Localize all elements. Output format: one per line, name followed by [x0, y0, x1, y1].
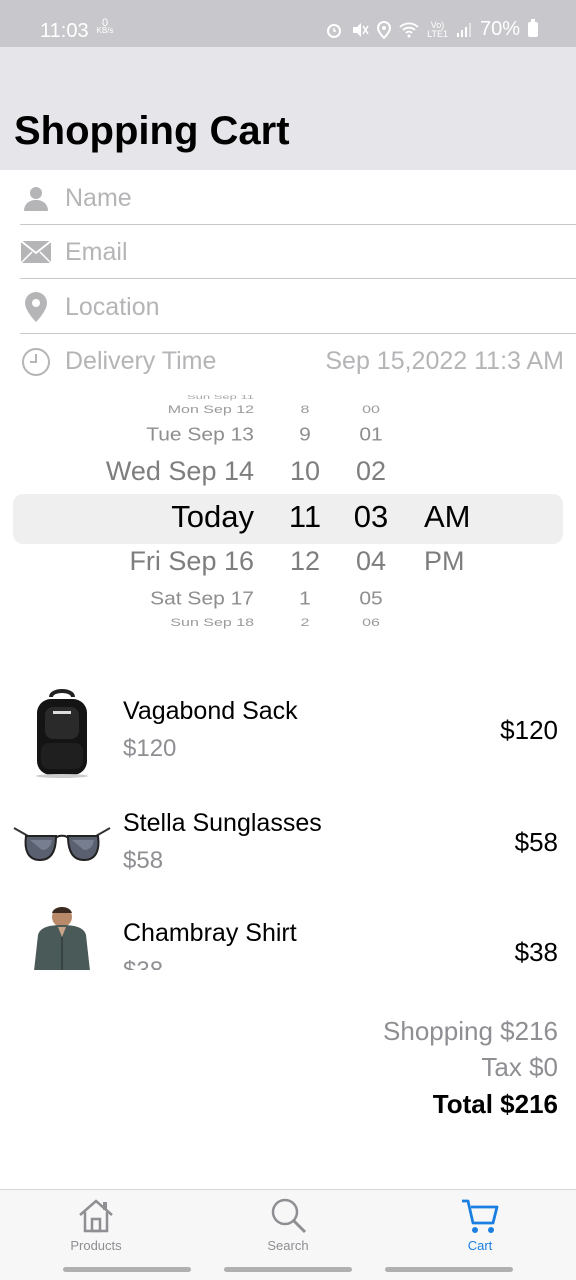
search-icon [271, 1198, 307, 1234]
alarm-icon [327, 23, 342, 38]
cart-item[interactable]: Stella Sunglasses $58 $58 [0, 795, 576, 895]
picker-hour-item[interactable]: 1 [275, 588, 335, 610]
picker-ampm-selected[interactable]: AM [424, 499, 471, 535]
battery-icon [528, 19, 538, 37]
picker-hour-selected[interactable]: 11 [275, 499, 335, 535]
home-icon [79, 1199, 113, 1233]
tab-label: Products [70, 1238, 122, 1253]
battery-percent: 70% [479, 18, 520, 40]
nav-hint-bar [385, 1267, 513, 1272]
tab-label: Search [267, 1238, 309, 1253]
item-name: Stella Sunglasses [123, 809, 322, 837]
total-text: Total $216 [432, 1089, 558, 1119]
picker-minute-item[interactable]: 05 [341, 588, 401, 610]
email-field[interactable] [65, 232, 545, 272]
shirt-image [12, 905, 112, 970]
picker-minute-item[interactable]: 06 [341, 617, 401, 630]
picker-ampm-item[interactable]: PM [424, 546, 465, 577]
item-unit-price: $58 [123, 847, 164, 874]
item-unit-price: $120 [123, 735, 177, 762]
header: Shopping Cart [0, 47, 576, 170]
picker-minute-item[interactable]: 01 [341, 424, 401, 446]
picker-hour-item[interactable]: 2 [275, 617, 335, 630]
picker-hour-item[interactable]: 9 [275, 424, 335, 446]
person-icon [20, 182, 52, 214]
location-row [20, 279, 576, 334]
picker-hour-item[interactable]: 8 [275, 404, 335, 417]
volte-icon: Vo) LTE1 [427, 19, 448, 39]
picker-date-selected[interactable]: Today [171, 499, 254, 535]
cart-item[interactable]: Vagabond Sack $120 $120 [0, 683, 576, 783]
clock-icon [20, 346, 52, 378]
tab-cart[interactable]: Cart [384, 1190, 576, 1260]
page-title: Shopping Cart [14, 109, 290, 153]
nav-hint-bar [224, 1267, 352, 1272]
location-icon [377, 20, 392, 39]
item-total-price: $58 [514, 827, 558, 857]
network-speed: 0 KB/s [95, 18, 115, 35]
delivery-time-label: Delivery Time [65, 347, 217, 375]
cart-item[interactable]: Chambray Shirt $38 $38 [0, 905, 576, 970]
subtotal-text: Shopping $216 [383, 1016, 558, 1046]
item-total-price: $38 [514, 937, 558, 967]
backpack-image [12, 683, 112, 783]
signal-icon [456, 22, 471, 37]
picker-date-item[interactable]: Tue Sep 13 [146, 424, 254, 446]
tab-label: Cart [467, 1238, 493, 1253]
sunglasses-image [12, 795, 112, 895]
picker-minute-item[interactable]: 04 [341, 546, 401, 577]
picker-date-item[interactable]: Sun Sep 11 [187, 395, 254, 400]
wifi-icon [399, 22, 419, 37]
picker-minute-item[interactable]: 02 [341, 456, 401, 487]
status-bar: 11:03 0 KB/s Vo) LTE1 70% [0, 0, 576, 47]
nav-hint-bar [63, 1267, 191, 1272]
item-name: Chambray Shirt [123, 919, 297, 947]
picker-date-item[interactable]: Mon Sep 12 [168, 404, 254, 417]
picker-hour-item[interactable]: 12 [275, 546, 335, 577]
picker-date-item[interactable]: Sat Sep 17 [150, 588, 254, 610]
picker-minute-selected[interactable]: 03 [341, 499, 401, 535]
tab-products[interactable]: Products [0, 1190, 192, 1260]
item-name: Vagabond Sack [123, 697, 298, 725]
email-row [20, 224, 576, 279]
name-row [20, 170, 576, 225]
cart-icon [462, 1199, 499, 1233]
location-pin-icon [20, 291, 52, 323]
picker-hour-item[interactable]: 10 [275, 456, 335, 487]
mute-icon [353, 22, 369, 37]
tab-search[interactable]: Search [192, 1190, 384, 1260]
status-time: 11:03 [40, 20, 89, 42]
delivery-time-row[interactable]: Delivery Time Sep 15,2022 11:3 AM [20, 334, 576, 389]
tax-text: Tax $0 [481, 1052, 558, 1082]
delivery-time-value: Sep 15,2022 11:3 AM [325, 347, 564, 375]
status-icons: Vo) LTE1 70% [325, 18, 538, 41]
picker-date-item[interactable]: Fri Sep 16 [129, 546, 254, 577]
name-field[interactable] [65, 178, 545, 218]
item-unit-price: $38 [123, 957, 163, 970]
envelope-icon [20, 236, 52, 268]
picker-minute-item[interactable]: 00 [341, 404, 401, 417]
date-time-picker[interactable]: Sun Sep 11 Mon Sep 12 Tue Sep 13 Wed Sep… [0, 395, 576, 640]
network-speed-unit: KB/s [96, 26, 114, 35]
location-field[interactable] [65, 287, 545, 327]
picker-date-item[interactable]: Sun Sep 18 [170, 617, 254, 630]
picker-date-item[interactable]: Wed Sep 14 [106, 456, 254, 487]
item-total-price: $120 [500, 715, 558, 745]
